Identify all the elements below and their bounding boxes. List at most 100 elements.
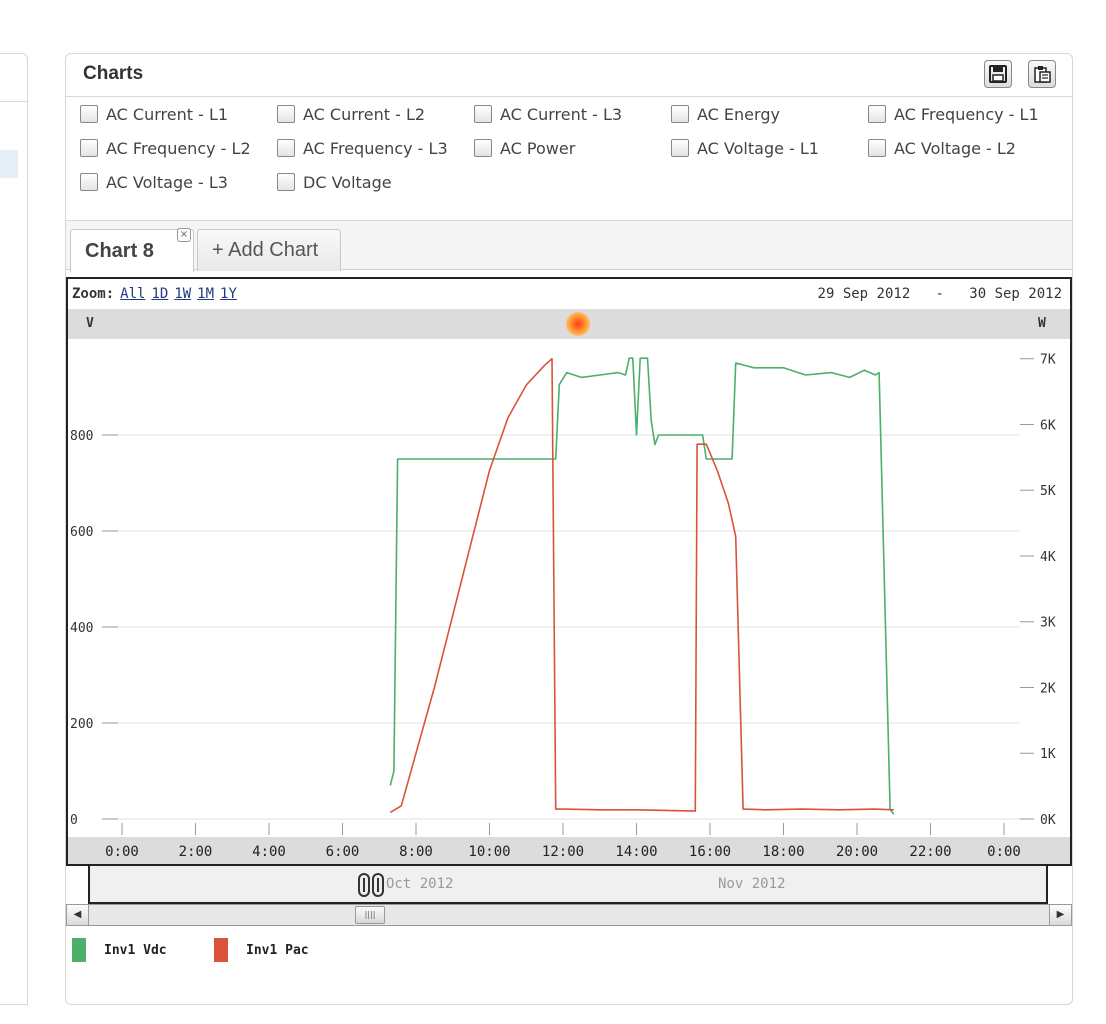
y-right-tick-label: 5K: [1040, 484, 1056, 499]
legend-label: Inv1 Vdc: [104, 942, 167, 958]
scroll-left-icon[interactable]: ◀: [67, 905, 89, 925]
checkbox[interactable]: [80, 173, 98, 191]
checkbox[interactable]: [868, 139, 886, 157]
x-tick-label: 16:00: [689, 844, 731, 860]
checkbox[interactable]: [474, 139, 492, 157]
series-line-pac: [389, 357, 894, 814]
checkbox[interactable]: [474, 105, 492, 123]
y-left-tick-label: 0: [70, 813, 78, 828]
legend-swatch: [72, 938, 86, 962]
zoom-all-link[interactable]: All: [120, 286, 145, 302]
option-label: AC Current - L3: [500, 104, 623, 124]
date-separator: -: [935, 286, 944, 302]
floppy-disk-icon[interactable]: [984, 60, 1012, 88]
option-label: AC Voltage - L2: [894, 138, 1016, 158]
option-ac-current-l2[interactable]: AC Current - L2: [277, 102, 425, 126]
x-tick-label: 20:00: [836, 844, 878, 860]
y-right-tick-label: 1K: [1040, 747, 1056, 762]
y-right-tick-label: 0K: [1040, 813, 1056, 828]
x-tick-label: 6:00: [326, 844, 360, 860]
y-right-tick-label: 7K: [1040, 353, 1056, 368]
legend-item-vdc[interactable]: Inv1 Vdc: [72, 938, 167, 962]
x-tick-label: 12:00: [542, 844, 584, 860]
option-ac-voltage-l3[interactable]: AC Voltage - L3: [80, 170, 228, 194]
time-navigator[interactable]: Oct 2012 Nov 2012: [88, 866, 1048, 904]
chart-area: V W 0 200 400 600 800 0K 1K 2K 3K 4K 5K 6K 7K 0:00 2:0…: [66, 277, 1072, 866]
handle-left-icon[interactable]: [358, 873, 370, 897]
option-ac-energy[interactable]: AC Energy: [671, 102, 780, 126]
option-ac-voltage-l1[interactable]: AC Voltage - L1: [671, 136, 819, 160]
option-ac-frequency-l2[interactable]: AC Frequency - L2: [80, 136, 251, 160]
x-tick-label: 18:00: [762, 844, 804, 860]
add-chart-button[interactable]: + Add Chart: [197, 229, 341, 271]
date-from: 29 Sep 2012: [817, 286, 911, 302]
option-label: AC Current - L2: [303, 104, 426, 124]
option-label: AC Frequency - L3: [303, 138, 448, 158]
option-ac-voltage-l2[interactable]: AC Voltage - L2: [868, 136, 1016, 160]
zoom-1m-link[interactable]: 1M: [197, 286, 214, 302]
x-tick-label: 0:00: [105, 844, 139, 860]
add-chart-label: + Add Chart: [212, 239, 319, 261]
clipboard-icon[interactable]: [1028, 60, 1056, 88]
option-label: AC Power: [500, 138, 576, 158]
x-tick-label: 10:00: [468, 844, 510, 860]
checkbox[interactable]: [671, 105, 689, 123]
option-label: AC Frequency - L2: [106, 138, 251, 158]
date-to: 30 Sep 2012: [969, 286, 1062, 302]
zoom-1w-link[interactable]: 1W: [174, 286, 191, 302]
x-tick-label: 8:00: [399, 844, 433, 860]
chart-tabs: Chart 8 × + Add Chart: [66, 220, 1072, 272]
y-right-tick-label: 3K: [1040, 616, 1056, 631]
zoom-label: Zoom:: [72, 286, 115, 302]
line-chart: 0 200 400 600 800 0K 1K 2K 3K 4K 5K 6K 7K 0:00 2:00 4:0…: [70, 353, 1056, 860]
option-ac-frequency-l3[interactable]: AC Frequency - L3: [277, 136, 448, 160]
tab-label: Chart 8: [85, 239, 154, 262]
y-left-tick-label: 400: [70, 621, 93, 636]
option-ac-current-l1[interactable]: AC Current - L1: [80, 102, 228, 126]
option-ac-frequency-l1[interactable]: AC Frequency - L1: [868, 102, 1039, 126]
legend-item-pac[interactable]: Inv1 Pac: [214, 938, 309, 962]
handle-right-icon[interactable]: [372, 873, 384, 897]
panel-title: Charts: [83, 63, 144, 84]
series-line-vdc: [389, 357, 895, 815]
checkbox[interactable]: [277, 173, 295, 191]
checkbox[interactable]: [80, 139, 98, 157]
scrollbar-thumb[interactable]: ||||: [355, 906, 385, 924]
y-left-tick-label: 200: [70, 717, 93, 732]
option-dc-voltage[interactable]: DC Voltage: [277, 170, 392, 194]
scroll-right-icon[interactable]: ▶: [1049, 905, 1071, 925]
y-right-tick-label: 6K: [1040, 418, 1056, 433]
checkbox[interactable]: [277, 105, 295, 123]
option-ac-current-l3[interactable]: AC Current - L3: [474, 102, 622, 126]
date-range: 29 Sep 2012 - 30 Sep 2012: [818, 286, 1062, 302]
close-icon[interactable]: ×: [177, 228, 191, 242]
legend-swatch: [214, 938, 228, 962]
y-left-tick-label: 600: [70, 525, 93, 540]
legend-label: Inv1 Pac: [246, 942, 309, 958]
checkbox[interactable]: [80, 105, 98, 123]
left-side-panel: [0, 53, 28, 1005]
navigator-label-nov: Nov 2012: [718, 876, 786, 892]
left-panel-divider: [0, 101, 28, 102]
left-panel-selected-item[interactable]: [0, 150, 18, 178]
charts-panel: Charts AC Current - L1 AC Current - L2 A…: [65, 53, 1073, 1005]
navigator-scrollbar[interactable]: ◀ |||| ▶: [66, 904, 1072, 926]
navigator-range-handle[interactable]: [356, 870, 386, 900]
zoom-1y-link[interactable]: 1Y: [220, 286, 237, 302]
y-right-tick-label: 4K: [1040, 550, 1056, 565]
series-options: AC Current - L1 AC Current - L2 AC Curre…: [80, 102, 1070, 222]
checkbox[interactable]: [277, 139, 295, 157]
y-right-tick-label: 2K: [1040, 681, 1056, 696]
option-label: DC Voltage: [303, 172, 392, 192]
charts-panel-header: Charts: [66, 54, 1072, 97]
option-label: AC Frequency - L1: [894, 104, 1039, 124]
checkbox[interactable]: [671, 139, 689, 157]
x-tick-label: 14:00: [615, 844, 657, 860]
option-ac-power[interactable]: AC Power: [474, 136, 575, 160]
x-tick-label: 2:00: [179, 844, 213, 860]
zoom-1d-link[interactable]: 1D: [151, 286, 168, 302]
navigator-label-oct: Oct 2012: [386, 876, 454, 892]
option-label: AC Energy: [697, 104, 780, 124]
checkbox[interactable]: [868, 105, 886, 123]
tab-chart-8[interactable]: Chart 8 ×: [70, 228, 194, 272]
